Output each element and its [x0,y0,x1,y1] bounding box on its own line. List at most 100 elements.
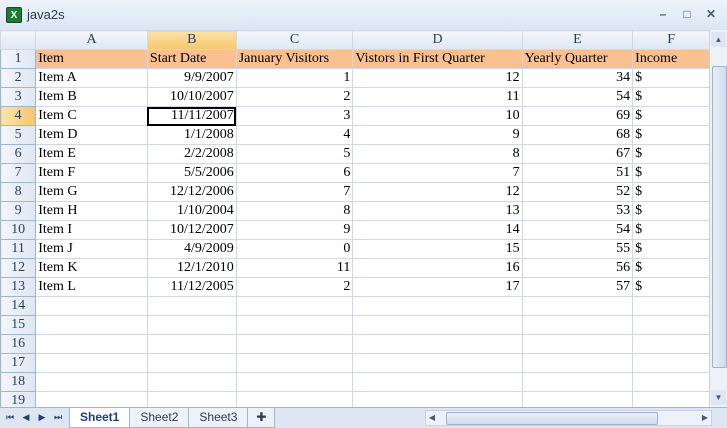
scroll-up-icon[interactable]: ▲ [711,32,726,47]
cell-d17[interactable] [352,353,523,373]
cell-b11[interactable]: 4/9/2009 [146,239,237,259]
cell-e17[interactable] [521,353,634,373]
cell-c15[interactable] [235,315,354,335]
cell-c11[interactable]: 0 [235,239,354,259]
cell-a5[interactable]: Item D [35,125,148,145]
cell-d4[interactable]: 10 [352,106,523,126]
cell-d18[interactable] [352,372,523,392]
cell-b1[interactable]: Start Date [146,49,237,69]
cell-f15[interactable] [632,315,710,335]
column-header-a[interactable]: A [35,30,148,50]
cell-b7[interactable]: 5/5/2006 [146,163,237,183]
cell-a8[interactable]: Item G [35,182,148,202]
cell-c6[interactable]: 5 [235,144,354,164]
cell-f17[interactable] [632,353,710,373]
tab-sheet2[interactable]: Sheet2 [129,408,190,428]
cell-e16[interactable] [521,334,634,354]
select-all-corner[interactable] [0,30,37,50]
cell-c10[interactable]: 9 [235,220,354,240]
column-header-c[interactable]: C [235,30,354,50]
row-header[interactable]: 7 [0,163,37,183]
column-header-e[interactable]: E [521,30,634,50]
cell-c8[interactable]: 7 [235,182,354,202]
cell-f10[interactable]: $ [632,220,710,240]
scroll-left-icon[interactable]: ◀ [426,411,438,425]
cell-c9[interactable]: 8 [235,201,354,221]
cell-a9[interactable]: Item H [35,201,148,221]
cell-d1[interactable]: Vistors in First Quarter [352,49,523,69]
cell-c1[interactable]: January Visitors [235,49,354,69]
row-header[interactable]: 9 [0,201,37,221]
cell-a6[interactable]: Item E [35,144,148,164]
cell-e3[interactable]: 54 [521,87,634,107]
cell-f18[interactable] [632,372,710,392]
cell-d13[interactable]: 17 [352,277,523,297]
cell-f2[interactable]: $ [632,68,710,88]
cell-c13[interactable]: 2 [235,277,354,297]
row-header[interactable]: 14 [0,296,37,316]
scroll-right-icon[interactable]: ▶ [699,411,711,425]
cell-d15[interactable] [352,315,523,335]
cell-e10[interactable]: 54 [521,220,634,240]
row-header[interactable]: 15 [0,315,37,335]
cell-e19[interactable] [521,391,634,407]
cell-e11[interactable]: 55 [521,239,634,259]
cell-e15[interactable] [521,315,634,335]
first-sheet-icon[interactable]: ⏮ [4,411,16,423]
cell-d2[interactable]: 12 [352,68,523,88]
cell-f6[interactable]: $ [632,144,710,164]
row-header[interactable]: 4 [0,106,37,126]
row-header[interactable]: 17 [0,353,37,373]
cell-e8[interactable]: 52 [521,182,634,202]
cell-b12[interactable]: 12/1/2010 [146,258,237,278]
cell-c12[interactable]: 11 [235,258,354,278]
vertical-scrollbar[interactable]: ▲ ▼ [709,30,727,407]
cell-a7[interactable]: Item F [35,163,148,183]
cell-f13[interactable]: $ [632,277,710,297]
cell-c19[interactable] [235,391,354,407]
cell-e14[interactable] [521,296,634,316]
row-header[interactable]: 13 [0,277,37,297]
hscroll-thumb[interactable] [446,412,658,425]
cell-d3[interactable]: 11 [352,87,523,107]
cell-d14[interactable] [352,296,523,316]
cell-b14[interactable] [146,296,237,316]
cell-c3[interactable]: 2 [235,87,354,107]
cell-b18[interactable] [146,372,237,392]
cell-e7[interactable]: 51 [521,163,634,183]
cell-d5[interactable]: 9 [352,125,523,145]
prev-sheet-icon[interactable]: ◀ [20,411,32,423]
cell-c2[interactable]: 1 [235,68,354,88]
cell-e4[interactable]: 69 [521,106,634,126]
cell-f11[interactable]: $ [632,239,710,259]
horizontal-scrollbar[interactable]: ◀ ▶ [425,410,712,426]
cell-a3[interactable]: Item B [35,87,148,107]
cell-a12[interactable]: Item K [35,258,148,278]
row-header[interactable]: 18 [0,372,37,392]
cell-b16[interactable] [146,334,237,354]
row-header[interactable]: 16 [0,334,37,354]
cell-f7[interactable]: $ [632,163,710,183]
cell-a1[interactable]: Item [35,49,148,69]
cell-a19[interactable] [35,391,148,407]
row-header[interactable]: 2 [0,68,37,88]
cell-a4[interactable]: Item C [35,106,148,126]
minimize-button[interactable]: – [655,6,671,22]
cell-a14[interactable] [35,296,148,316]
cell-c17[interactable] [235,353,354,373]
cell-a17[interactable] [35,353,148,373]
cell-e5[interactable]: 68 [521,125,634,145]
cell-a11[interactable]: Item J [35,239,148,259]
row-header[interactable]: 11 [0,239,37,259]
cell-a16[interactable] [35,334,148,354]
row-header[interactable]: 5 [0,125,37,145]
cell-f1[interactable]: Income [632,49,710,69]
cell-f8[interactable]: $ [632,182,710,202]
cell-b9[interactable]: 1/10/2004 [146,201,237,221]
cell-a10[interactable]: Item I [35,220,148,240]
cell-f9[interactable]: $ [632,201,710,221]
row-header[interactable]: 3 [0,87,37,107]
cell-a18[interactable] [35,372,148,392]
cell-c18[interactable] [235,372,354,392]
cell-e1[interactable]: Yearly Quarter [521,49,634,69]
